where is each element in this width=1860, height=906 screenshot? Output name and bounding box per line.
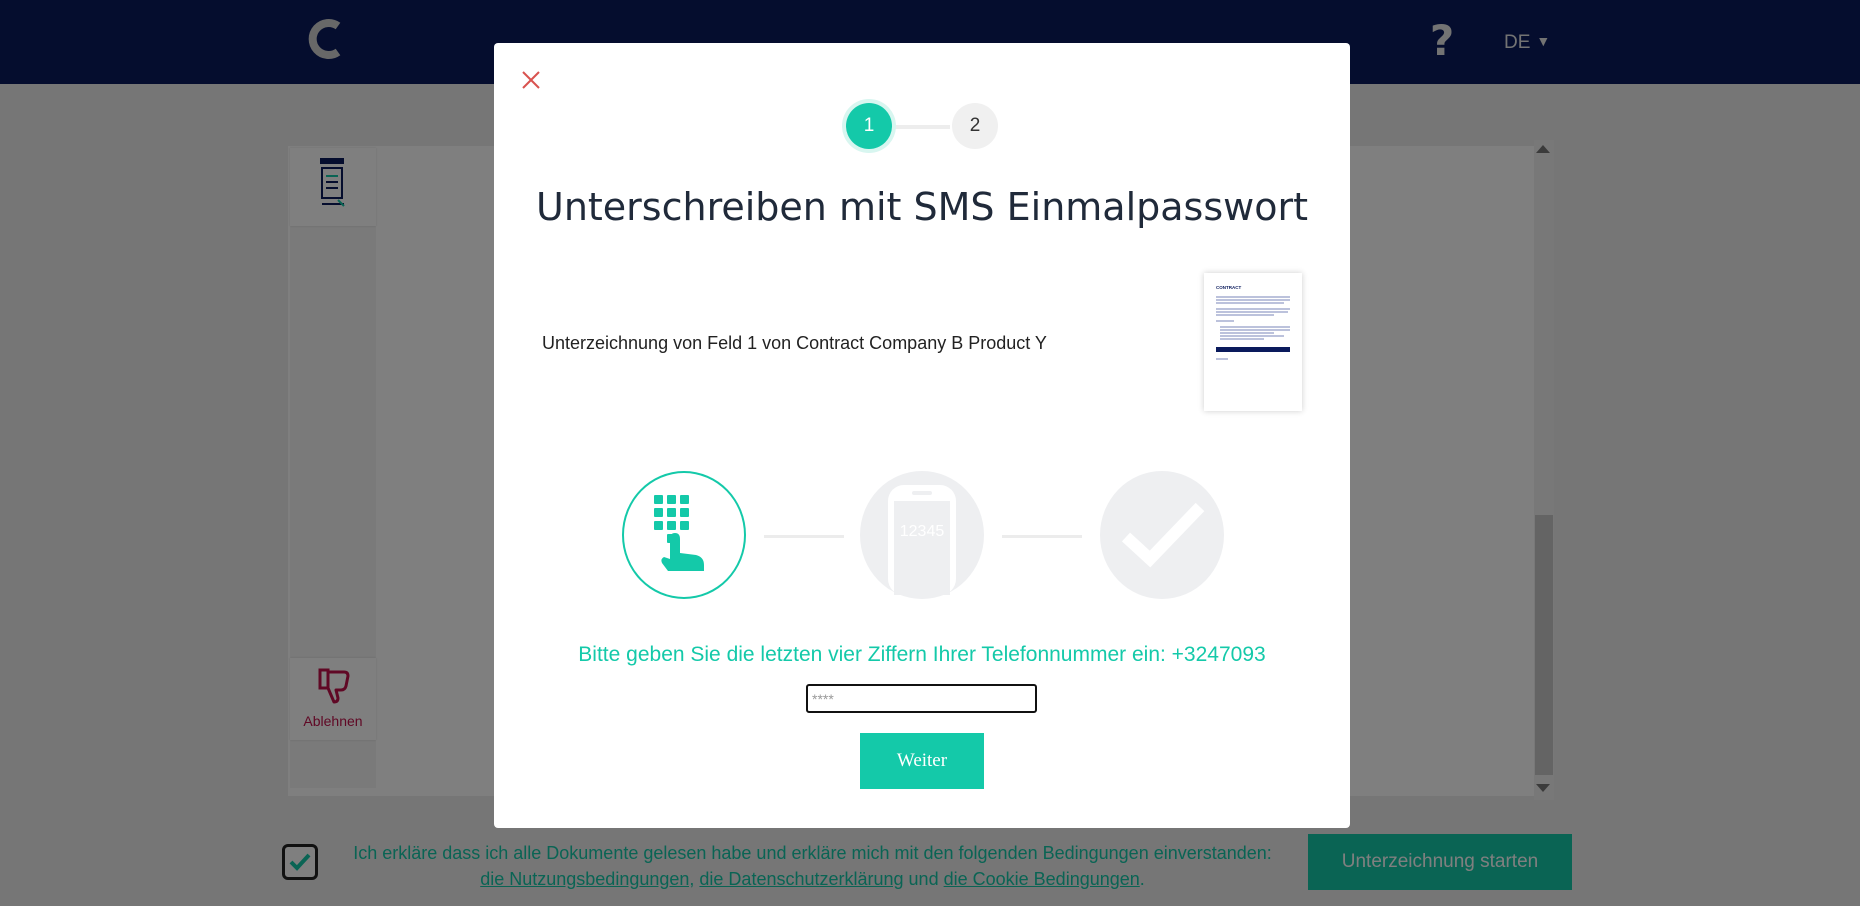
document-preview-lines <box>1216 296 1290 360</box>
keypad-touch-icon <box>622 471 746 599</box>
dialog-title: Unterschreiben mit SMS Einmalpasswort <box>536 185 1308 229</box>
step-1: 1 <box>846 103 892 149</box>
phone-code-text: 12345 <box>899 523 945 540</box>
close-icon[interactable] <box>520 69 542 91</box>
stepper-connector <box>890 125 950 129</box>
phone-code-icon: 12345 <box>860 471 984 599</box>
checkmark-icon <box>1100 471 1224 599</box>
progress-connector-1 <box>764 535 844 538</box>
next-button[interactable]: Weiter <box>860 733 984 789</box>
signing-description: Unterzeichnung von Feld 1 von Contract C… <box>542 333 1047 353</box>
progress-connector-2 <box>1002 535 1082 538</box>
stepper: 1 2 <box>846 103 998 151</box>
phone-digits-prompt: Bitte geben Sie die letzten vier Ziffern… <box>578 643 1266 666</box>
step-2: 2 <box>952 103 998 149</box>
document-preview-title: CONTRACT <box>1216 285 1242 290</box>
sms-progress: 12345 <box>620 471 1224 601</box>
document-preview[interactable]: CONTRACT <box>1204 273 1302 411</box>
phone-digits-input[interactable] <box>806 684 1037 713</box>
sms-signing-dialog: 1 2 Unterschreiben mit SMS Einmalpasswor… <box>494 43 1350 828</box>
